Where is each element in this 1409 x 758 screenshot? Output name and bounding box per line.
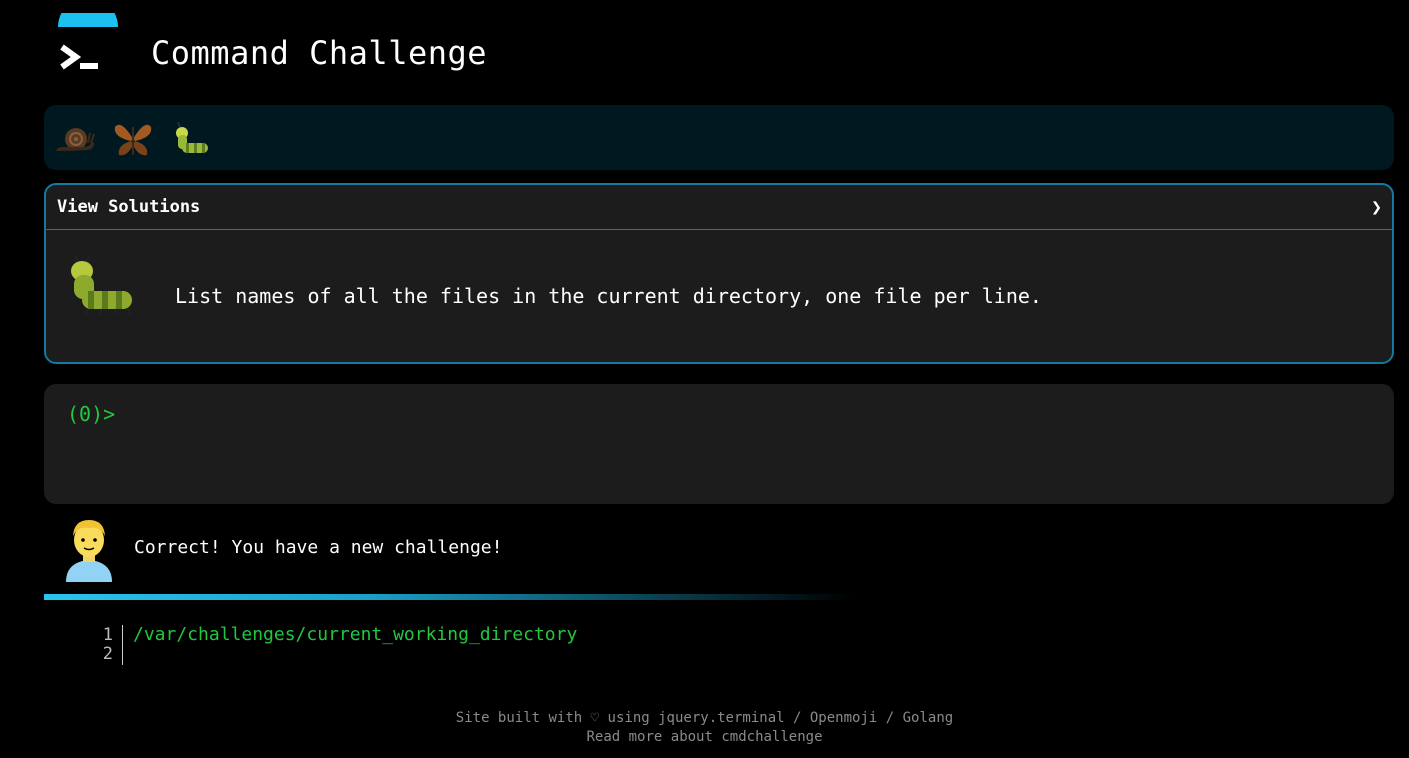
challenge-panel: View Solutions ❯ List names of all the f… [44,183,1394,364]
snail-icon[interactable] [52,117,96,161]
caterpillar-icon [68,254,140,327]
output-line: /var/challenges/current_working_director… [133,624,578,645]
badge-bar [44,105,1394,170]
line-number-gutter: 1 2 [90,625,123,665]
view-solutions-toggle[interactable]: View Solutions ❯ [46,185,1392,230]
challenge-description: List names of all the files in the curre… [175,284,1042,308]
footer-credits: Site built with ♡ using jquery.terminal … [0,709,1409,728]
jquery-terminal-link[interactable]: jquery.terminal [658,710,784,726]
person-icon [60,516,118,582]
footer-separator: / [793,710,802,726]
golang-link[interactable]: Golang [903,710,954,726]
site-footer: Site built with ♡ using jquery.terminal … [0,709,1409,747]
terminal[interactable]: (0)> [44,384,1394,504]
site-header: Command Challenge [0,0,1409,100]
footer-text: Site built with [455,710,583,726]
page-title: Command Challenge [151,34,488,72]
footer-read-more: Read more about cmdchallenge [0,728,1409,747]
openmoji-link[interactable]: Openmoji [810,710,877,726]
terminal-prompt-icon[interactable] [56,0,120,81]
output-editor: 1 2 /var/challenges/current_working_dire… [90,624,790,667]
caterpillar-icon[interactable] [170,117,214,161]
chevron-right-icon[interactable]: ❯ [1371,197,1382,218]
divider [44,594,854,600]
view-solutions-label: View Solutions [57,197,201,217]
cmdchallenge-link[interactable]: cmdchallenge [721,729,822,745]
butterfly-icon[interactable] [111,117,155,161]
footer-text: using [607,710,650,726]
footer-separator: / [885,710,895,726]
status-message: Correct! You have a new challenge! [134,537,503,558]
footer-text: Read more about [586,729,713,745]
heart-icon: ♡ [590,710,600,726]
line-number: 1 [102,625,113,645]
line-number: 2 [102,644,113,664]
terminal-prompt: (0)> [67,402,116,426]
